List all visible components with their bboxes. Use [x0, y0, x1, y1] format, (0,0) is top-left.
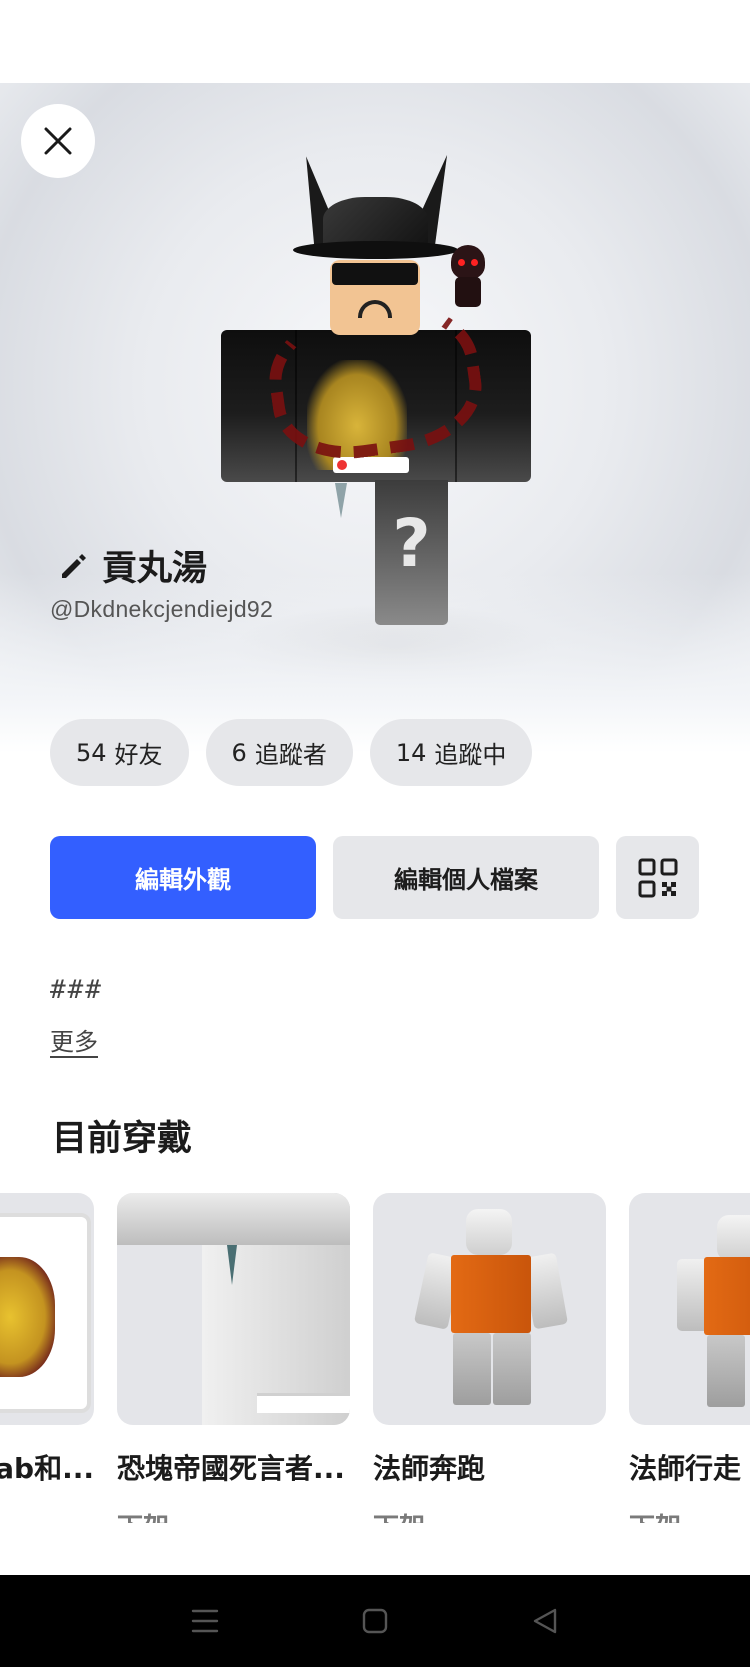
close-button[interactable]: [21, 104, 95, 178]
item-status: 下架: [117, 1507, 350, 1523]
avatar-3d-render: ?: [215, 150, 535, 625]
wearing-item[interactable]: ab和...: [0, 1193, 94, 1507]
menu-icon: [191, 1609, 219, 1633]
qr-code-button[interactable]: [616, 836, 699, 919]
currently-wearing-title: 目前穿戴: [52, 1119, 193, 1159]
back-triangle-icon: [533, 1608, 557, 1634]
nav-back-button[interactable]: [525, 1601, 565, 1641]
missing-item-glyph: ?: [392, 505, 431, 582]
following-label: 追蹤中: [434, 741, 507, 769]
status-bar-area: [0, 0, 750, 83]
friends-pill[interactable]: 54 好友: [50, 719, 189, 786]
item-status: 下架: [629, 1507, 750, 1523]
nav-home-button[interactable]: [355, 1601, 395, 1641]
sunglasses: [332, 263, 418, 285]
close-icon: [44, 127, 72, 155]
profile-actions: 編輯外觀 編輯個人檔案: [50, 836, 699, 919]
followers-count: 6: [231, 738, 247, 767]
blade-accessory: [335, 483, 347, 518]
shoulder-pet: [447, 245, 487, 315]
item-thumbnail: [0, 1193, 94, 1425]
display-name-row[interactable]: 貢丸湯: [58, 540, 207, 591]
social-stats: 54 好友 6 追蹤者 14 追蹤中: [50, 719, 533, 786]
followers-pill[interactable]: 6 追蹤者: [205, 719, 353, 786]
item-title: 法師行走: [629, 1452, 742, 1485]
friends-label: 好友: [114, 741, 163, 769]
item-status: 下架: [373, 1507, 606, 1523]
item-thumbnail: [629, 1193, 750, 1425]
item-thumbnail: [373, 1193, 606, 1425]
bio-text: ###: [50, 975, 103, 1005]
pencil-icon[interactable]: [58, 550, 90, 582]
item-title: ab和...: [0, 1452, 94, 1485]
currently-wearing-carousel[interactable]: ab和... 恐塊帝國死言者... 下架 法師奔跑 下架: [0, 1193, 750, 1523]
hat-brim: [293, 241, 458, 259]
more-link[interactable]: 更多: [50, 1022, 98, 1057]
qr-code-icon: [638, 858, 677, 897]
item-title: 恐塊帝國死言者...: [117, 1452, 345, 1485]
wearing-item[interactable]: 法師行走 下架: [629, 1193, 750, 1523]
friends-count: 54: [76, 738, 107, 767]
item-title: 法師奔跑: [373, 1452, 486, 1485]
wearing-item[interactable]: 恐塊帝國死言者... 下架: [117, 1193, 350, 1523]
item-thumbnail: [117, 1193, 350, 1425]
display-name: 貢丸湯: [102, 549, 208, 589]
following-count: 14: [395, 738, 427, 767]
edit-profile-button[interactable]: 編輯個人檔案: [333, 836, 599, 919]
system-nav-bar: [0, 1575, 750, 1667]
home-square-icon: [362, 1608, 388, 1634]
following-pill[interactable]: 14 追蹤中: [369, 719, 533, 786]
followers-label: 追蹤者: [254, 741, 327, 769]
username: @Dkdnekcjendiejd92: [50, 596, 274, 622]
nav-menu-button[interactable]: [185, 1601, 225, 1641]
edit-appearance-button[interactable]: 編輯外觀: [50, 836, 316, 919]
shirt-logo: [333, 457, 409, 473]
wearing-item[interactable]: 法師奔跑 下架: [373, 1193, 606, 1523]
